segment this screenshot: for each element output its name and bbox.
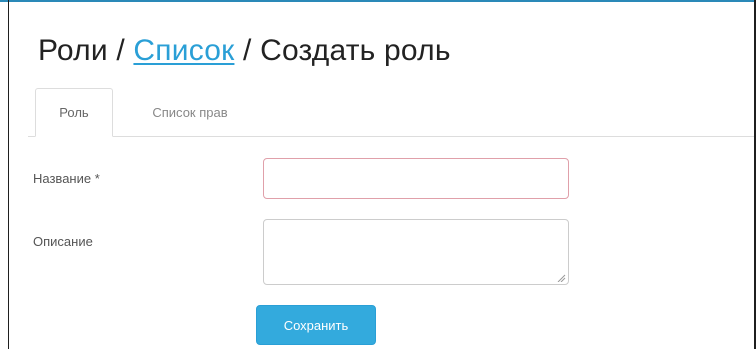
window-left-edge — [8, 0, 9, 349]
tab-role[interactable]: Роль — [35, 88, 113, 137]
breadcrumb-list-link[interactable]: Список — [133, 34, 234, 67]
breadcrumb-separator: / — [116, 34, 125, 67]
resize-handle-icon[interactable] — [556, 274, 566, 282]
description-textarea[interactable] — [263, 219, 569, 285]
name-label: Название * — [33, 171, 100, 186]
name-input[interactable] — [263, 158, 569, 199]
window-top-edge — [0, 0, 756, 2]
breadcrumb-root: Роли — [38, 34, 108, 67]
description-label: Описание — [33, 234, 93, 249]
tab-permissions-list[interactable]: Список прав — [120, 88, 260, 137]
page-title: Роли / Список / Создать роль — [38, 34, 451, 68]
tab-bar: Роль Список прав — [28, 88, 754, 137]
breadcrumb-current: Создать роль — [260, 34, 451, 67]
breadcrumb-separator: / — [242, 34, 252, 67]
save-button[interactable]: Сохранить — [256, 305, 376, 345]
